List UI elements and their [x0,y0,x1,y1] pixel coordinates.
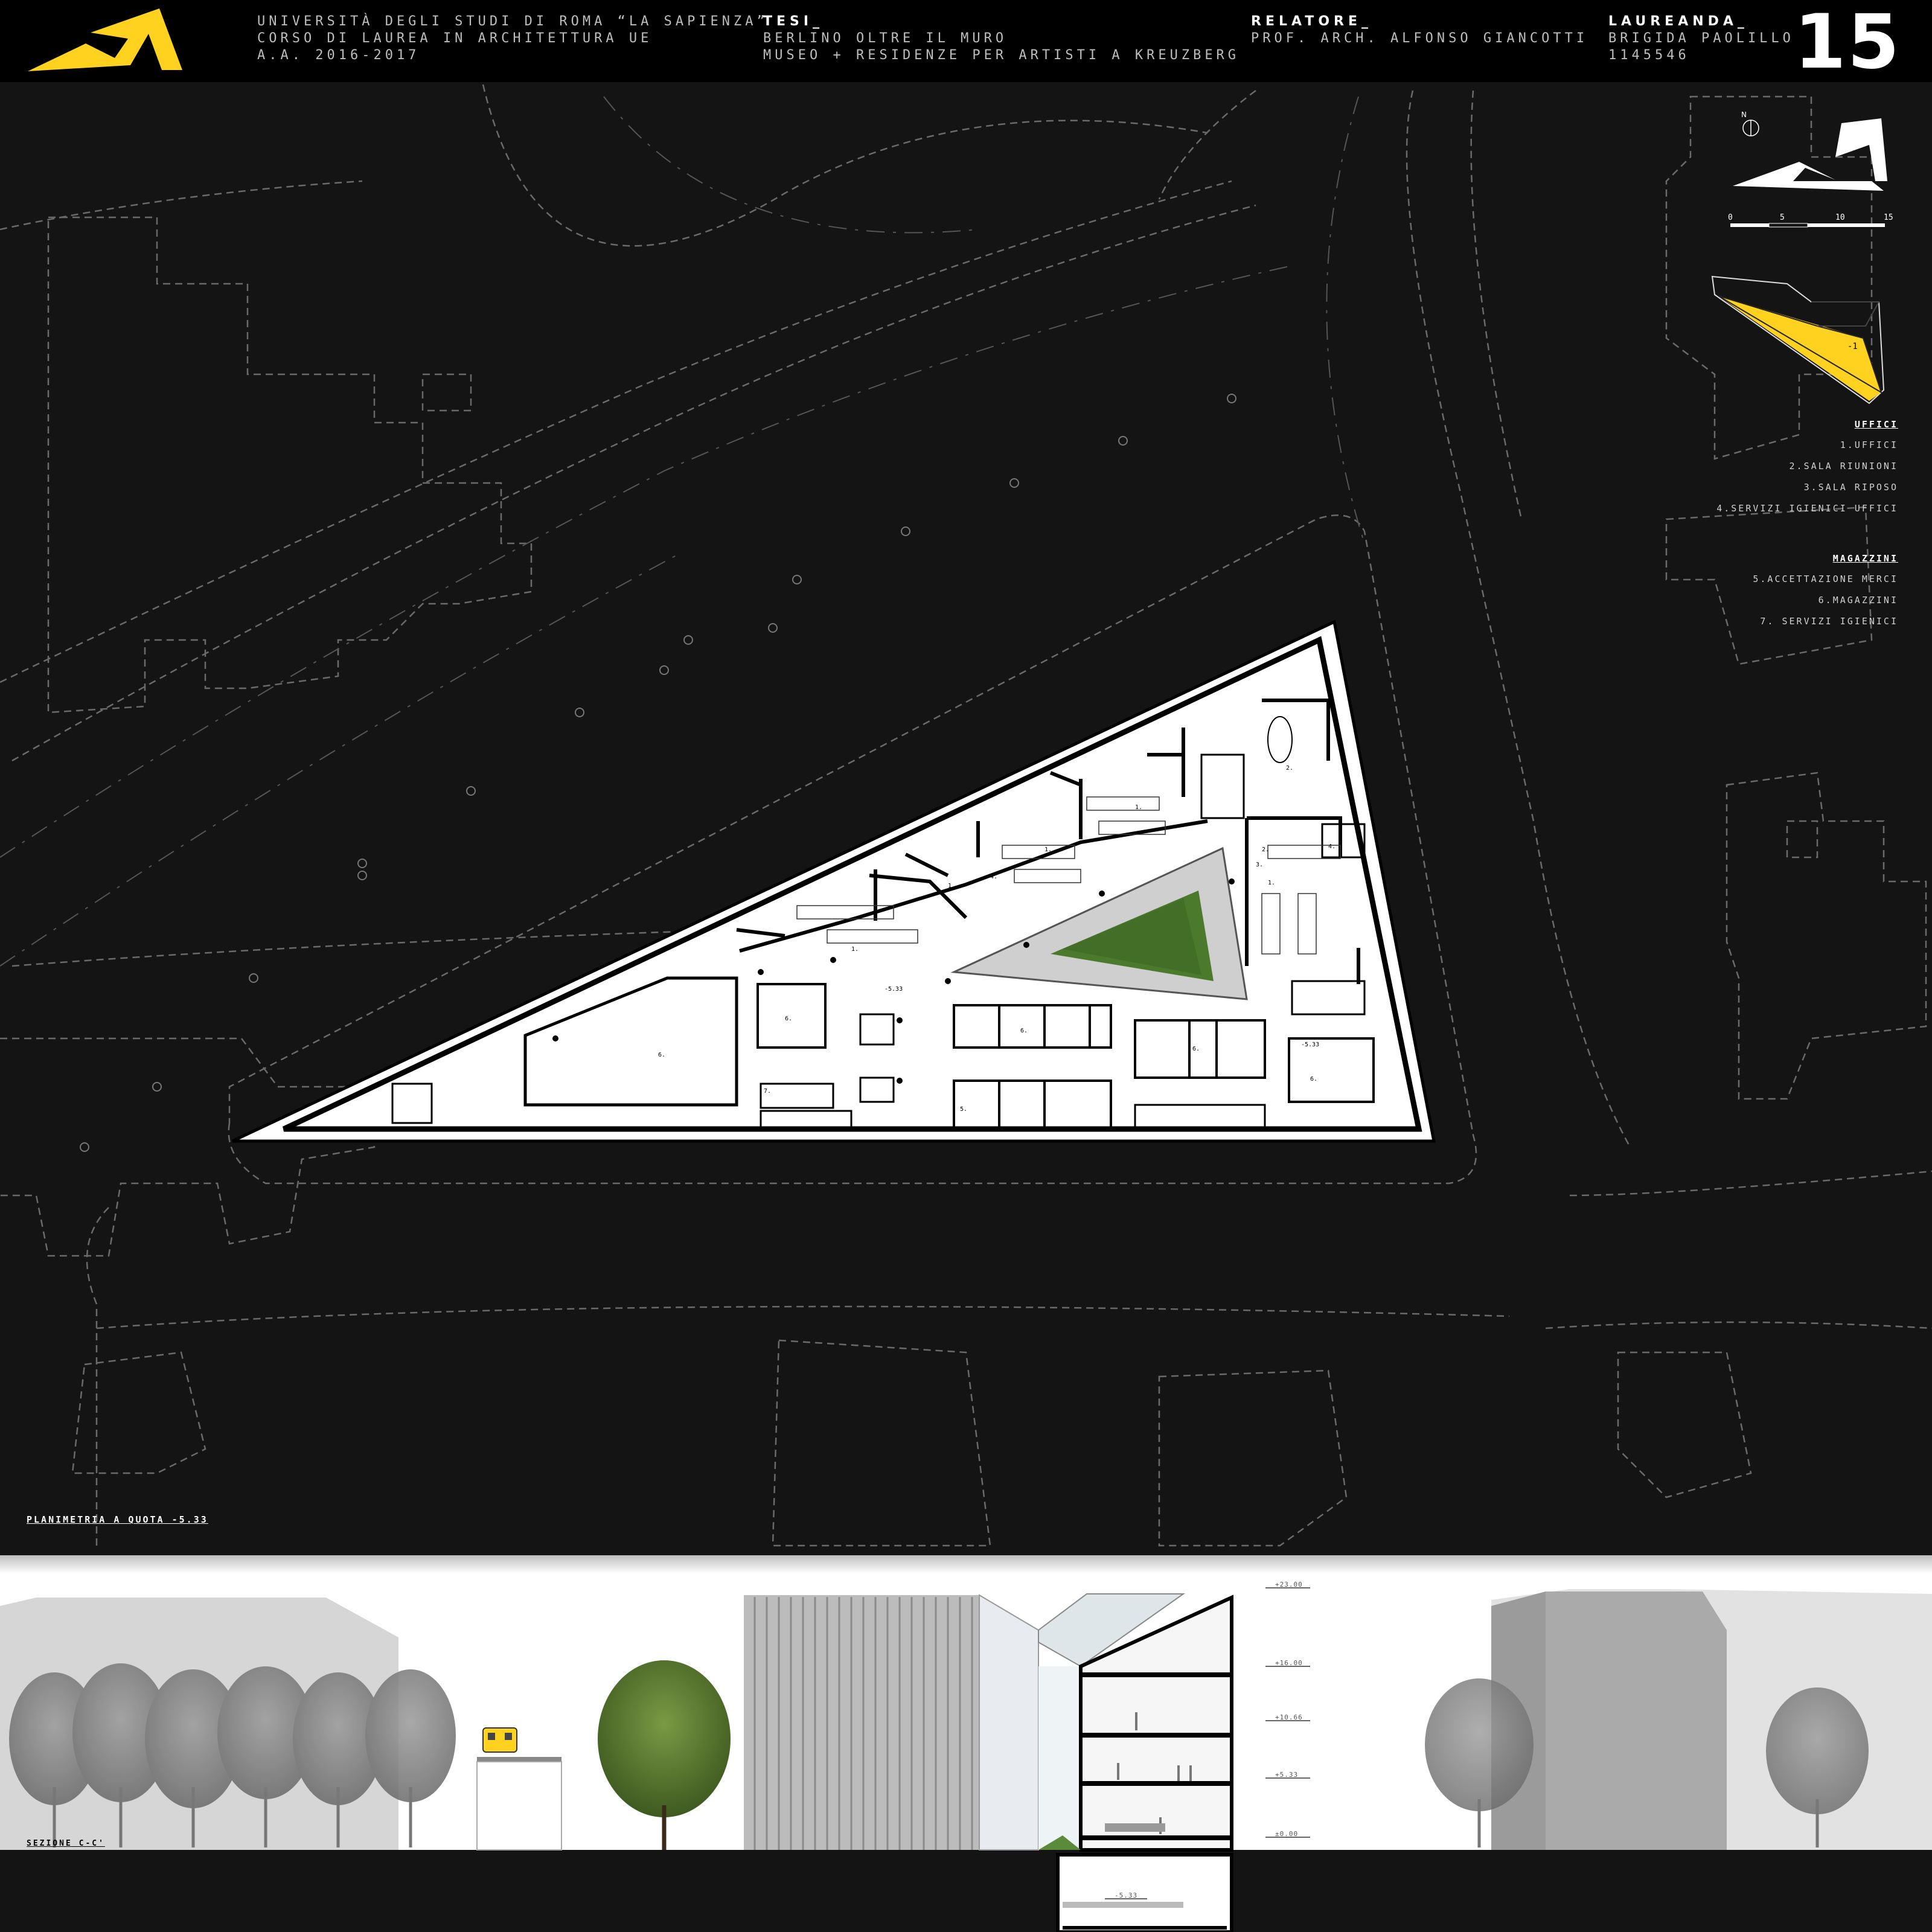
room-label: 4. [990,874,997,880]
key-plan-level: -1 [1847,342,1858,351]
student-id: 1145546 [1608,48,1690,63]
key-plan: -1 [1711,275,1885,405]
legend-item: 7. SERVIZI IGIENICI [1760,616,1898,627]
level-mark: -5.33 [1301,1041,1319,1048]
legend-item: 4.SERVIZI IGIENICI UFFICI [1716,503,1898,514]
room-label: 5. [960,1106,967,1113]
thesis-subtitle: MUSEO + RESIDENZE PER ARTISTI A KREUZBER… [763,48,1240,63]
supervisor-name: PROF. ARCH. ALFONSO GIANCOTTI [1251,31,1588,46]
mini-building-icon [1733,118,1887,191]
building-floor-plan: 1. 1. 1. 1. 1. 2. 2. 3. 4. 4. 5. 6. 6. 6… [231,619,1436,1143]
legend-item: 5.ACCETTAZIONE MERCI [1753,574,1898,584]
level-label: ±0.00 [1275,1830,1299,1838]
scale-tick: 15 [1884,213,1893,222]
room-label: 1. [851,946,859,953]
page-number: 15 [1794,0,1901,86]
student-name: BRIGIDA PAOLILLO [1608,31,1794,46]
thesis-block: TESI_ BERLINO OLTRE IL MURO MUSEO + RESI… [763,13,1239,64]
room-label: 3. [1256,862,1263,868]
floor-plan-area: 1. 1. 1. 1. 1. 2. 2. 3. 4. 4. 5. 6. 6. 6… [0,82,1932,1555]
scale-tick: 0 [1728,213,1733,222]
room-label: 2. [1286,765,1293,772]
legend-item: 2.SALA RIUNIONI [1789,461,1898,472]
level-label: -5.33 [1115,1892,1138,1899]
supervisor-heading: RELATORE_ [1251,14,1372,29]
degree-course: CORSO DI LAUREA IN ARCHITETTURA UE [257,31,653,46]
room-label: 7. [764,1088,771,1095]
room-label: 6. [658,1052,665,1058]
academic-year: A.A. 2016-2017 [257,48,420,63]
thesis-title: BERLINO OLTRE IL MURO [763,31,1008,46]
section-drawing [0,1555,1932,1932]
thesis-heading: TESI_ [763,14,824,29]
level-label: +16.00 [1275,1659,1303,1667]
level-label: +5.33 [1275,1771,1299,1779]
level-label: +23.00 [1275,1581,1303,1588]
plan-caption: PLANIMETRIA A QUOTA -5.33 [27,1514,208,1525]
student-heading: LAUREANDA_ [1608,14,1748,29]
level-mark: -5.33 [884,986,903,993]
university-name: UNIVERSITÀ DEGLI STUDI DI ROMA “LA SAPIE… [257,14,769,29]
north-label: N [1741,110,1747,119]
room-label: 1. [1135,804,1142,811]
scale-tick: 5 [1780,213,1785,222]
north-arrow: N [1741,110,1759,136]
room-label: 1. [1044,846,1052,853]
logo [28,8,182,71]
room-label: 6. [785,1016,792,1022]
room-label: 6. [1020,1028,1028,1034]
scale-bar: 0 5 10 15 [1728,213,1893,228]
legend-item: 3.SALA RIPOSO [1803,482,1898,493]
room-label: 1. [1268,880,1275,886]
legend-item: 6.MAGAZZINI [1818,595,1898,606]
level-label: +10.66 [1275,1713,1303,1721]
room-label: 4. [1328,843,1335,850]
room-label: 6. [1310,1076,1317,1083]
room-label: 6. [1192,1046,1200,1052]
legend-heading-magazzini: MAGAZZINI [1832,553,1898,564]
section-caption: SEZIONE C-C' [27,1839,105,1848]
legend-item: 1.UFFICI [1840,440,1898,450]
student-block: LAUREANDA_ BRIGIDA PAOLILLO 1145546 [1608,13,1794,64]
legend: UFFICI 1.UFFICI 2.SALA RIUNIONI 3.SALA R… [1716,419,1898,637]
legend-heading-uffici: UFFICI [1854,419,1898,430]
supervisor-block: RELATORE_ PROF. ARCH. ALFONSO GIANCOTTI [1251,13,1588,47]
room-label: 2. [1262,846,1269,853]
site-context: 1. 1. 1. 1. 1. 2. 2. 3. 4. 4. 5. 6. 6. 6… [0,84,1932,1547]
title-block: UNIVERSITÀ DEGLI STUDI DI ROMA “LA SAPIE… [0,0,1932,82]
room-label: 1. [948,883,955,889]
university-block: UNIVERSITÀ DEGLI STUDI DI ROMA “LA SAPIE… [257,13,769,64]
section-area: +23.00 +16.00 +10.66 +5.33 ±0.00 -5.33 S… [0,1555,1932,1932]
scale-tick: 10 [1835,213,1845,222]
